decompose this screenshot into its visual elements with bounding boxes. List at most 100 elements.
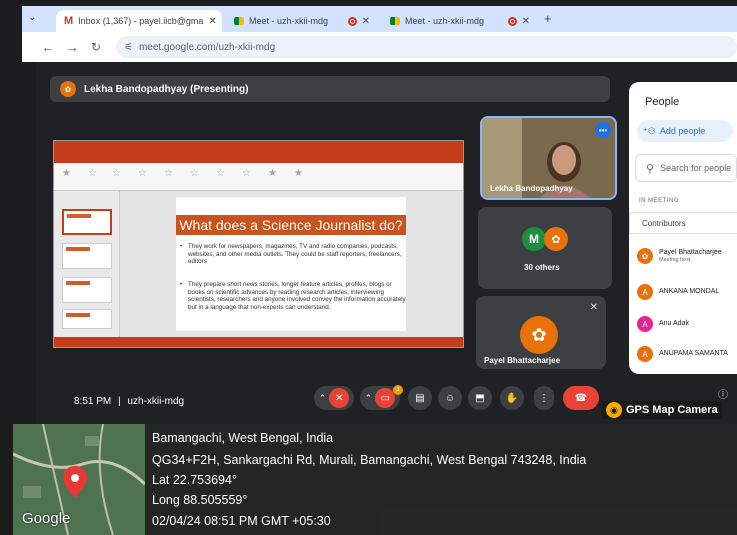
meet-icon (390, 17, 400, 25)
slide-bullet: They prepare short news stories, longer … (180, 281, 408, 311)
people-panel: People ⁺⚇ Add people ⚲ Search for people… (629, 82, 737, 374)
emoji-icon: ☺ (444, 392, 456, 404)
close-tab-icon[interactable]: ✕ (208, 16, 216, 27)
participant-row[interactable]: A ANKANA MONDAL (637, 280, 737, 304)
star-icon: ★ (294, 168, 303, 179)
participant-tile-payel[interactable]: ✿ ✕ Payel Bhattacharjee (476, 296, 606, 369)
ppt-menu (54, 154, 463, 163)
gps-info-panel: Bamangachi, West Bengal, India QG34+F2H,… (145, 424, 737, 535)
presenter-bar: ✿ Lekha Bandopadhyay (Presenting) (50, 76, 610, 102)
star-icon: ☆ (242, 168, 251, 179)
close-tab-icon[interactable]: ✕ (522, 16, 530, 27)
star-icon: ★ (268, 168, 277, 179)
participant-name: Payel Bhattacharjee (659, 249, 722, 256)
gps-latitude: Lat 22.753694° (152, 473, 237, 487)
tab-label: Meet - uzh-xkii-mdg (405, 16, 485, 26)
raise-hand-button[interactable]: ✋ (500, 386, 524, 410)
reload-icon[interactable]: ↻ (84, 40, 108, 54)
more-options-icon[interactable]: ••• (595, 122, 611, 138)
mic-toggle[interactable]: ⌃ ✕ (314, 386, 354, 410)
participant-name: ANKANA MONDAL (659, 288, 720, 295)
tab-label: Inbox (1,367) - payel.iicb@gma (78, 16, 204, 26)
slide-thumbnail[interactable] (62, 277, 112, 303)
gps-camera-label: GPS Map Camera (626, 404, 718, 416)
gps-place: Bamangachi, West Bengal, India (152, 431, 334, 445)
present-button[interactable]: ⬒ (468, 386, 492, 410)
avatar: A (637, 316, 653, 332)
gmail-icon: M (64, 15, 74, 27)
forward-icon[interactable]: → (60, 39, 84, 55)
participant-name: Lekha Bandopadhyay (490, 184, 573, 193)
meeting-time: 8:51 PM (74, 396, 112, 407)
star-icon: ☆ (112, 168, 121, 179)
presenter-label: Lekha Bandopadhyay (Presenting) (84, 83, 249, 95)
ppt-ribbon: ★ ☆ ☆ ☆ ☆ ☆ ☆ ☆ ★ ★ (54, 163, 463, 191)
end-call-icon: ☎ (574, 392, 588, 404)
avatar: ✿ (520, 316, 558, 354)
add-person-icon: ⁺⚇ (643, 125, 656, 136)
google-logo: Google (22, 510, 71, 527)
leave-call-button[interactable]: ☎ (563, 386, 599, 410)
star-icon: ☆ (138, 168, 147, 179)
info-icon[interactable]: ⓘ (718, 386, 728, 401)
slide: What does a Science Journalist do? They … (176, 197, 406, 331)
avatar: A (637, 346, 653, 362)
mic-off-icon: ✕ (589, 302, 598, 313)
new-tab-button[interactable]: + (544, 11, 552, 26)
notification-badge: 1 (393, 385, 403, 395)
slide-thumbnail[interactable] (62, 243, 112, 269)
chevron-up-icon: ⌃ (318, 392, 327, 403)
close-tab-icon[interactable]: ✕ (362, 16, 370, 27)
participant-name: Anu Adak (659, 320, 689, 327)
meeting-code: uzh-xkii-mdg (127, 396, 185, 407)
contributors-group[interactable]: Contributors (629, 212, 737, 234)
gps-map: Google (13, 424, 145, 535)
slide-thumbnail[interactable] (62, 209, 112, 235)
search-people-field[interactable]: ⚲ Search for people (635, 154, 737, 182)
tab-search-chevron-icon[interactable]: ⌄ (28, 12, 36, 23)
tab-gmail[interactable]: M Inbox (1,367) - payel.iicb@gma ✕ (56, 10, 222, 32)
url-text: meet.google.com/uzh-xkii-mdg (138, 41, 276, 53)
participant-row[interactable]: A ANUPAMA SAMANTA (637, 342, 737, 366)
ppt-canvas: What does a Science Journalist do? They … (120, 191, 463, 337)
camera-icon: ◉ (606, 402, 622, 418)
search-placeholder: Search for people (660, 163, 732, 173)
tab-meet-1[interactable]: Meet - uzh-xkii-mdg ✕ (226, 10, 378, 32)
meet-icon (234, 17, 244, 25)
gps-datetime: 02/04/24 08:51 PM GMT +05:30 (152, 514, 331, 528)
site-settings-icon[interactable]: ⚟ (124, 42, 133, 53)
gps-camera-badge: ◉ GPS Map Camera (602, 401, 722, 419)
captions-button[interactable]: ▤ (408, 386, 432, 410)
participant-tile-others[interactable]: M ✿ 30 others (478, 207, 612, 289)
emoji-button[interactable]: ☺ (438, 386, 462, 410)
participant-row[interactable]: ✿ Payel Bhattacharjee Meeting host (637, 244, 737, 268)
present-icon: ⬒ (475, 392, 485, 404)
more-vert-icon: ⋮ (539, 392, 549, 404)
more-options-button[interactable]: ⋮ (534, 386, 554, 410)
tab-label: Meet - uzh-xkii-mdg (249, 16, 329, 26)
avatar: A (637, 284, 653, 300)
people-panel-title: People (645, 96, 680, 108)
ppt-thumbnails (54, 191, 120, 337)
tab-meet-2[interactable]: Meet - uzh-xkii-mdg ✕ (382, 10, 538, 32)
participant-role: Meeting host (659, 257, 691, 263)
add-people-label: Add people (659, 126, 706, 136)
ppt-titlebar (54, 141, 463, 154)
participant-tile-lekha[interactable]: ••• Lekha Bandopadhyay (480, 116, 617, 200)
meeting-separator: | (118, 396, 121, 407)
avatar: M (522, 227, 546, 251)
back-icon[interactable]: ← (36, 39, 60, 55)
slide-bullet: They work for newspapers, magazines, TV … (180, 243, 408, 266)
meeting-info: 8:51 PM | uzh-xkii-mdg (74, 396, 184, 407)
ppt-statusbar (54, 337, 463, 347)
url-field[interactable]: ⚟ meet.google.com/uzh-xkii-mdg (116, 36, 737, 58)
star-icon: ☆ (216, 168, 225, 179)
recording-icon (507, 16, 517, 26)
slide-thumbnail[interactable] (62, 309, 112, 329)
star-icon: ☆ (88, 168, 97, 179)
address-bar: ← → ↻ ⚟ meet.google.com/uzh-xkii-mdg (22, 32, 737, 62)
section-heading: IN MEETING (639, 198, 680, 204)
participant-row[interactable]: A Anu Adak (637, 312, 737, 336)
add-people-button[interactable]: ⁺⚇ Add people (637, 120, 733, 142)
participant-name: ANUPAMA SAMANTA (659, 350, 728, 357)
